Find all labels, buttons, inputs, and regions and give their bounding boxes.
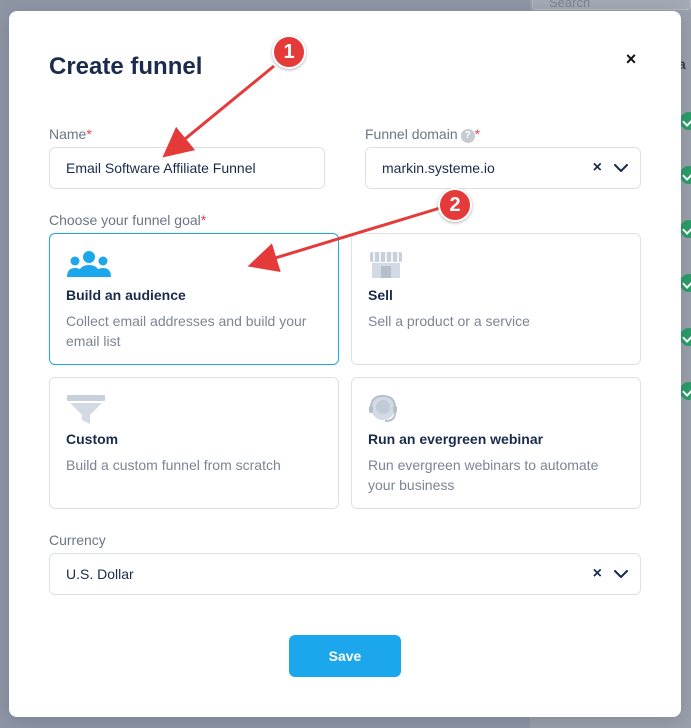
goal-description: Run evergreen webinars to automate your … [368,457,599,493]
goal-description: Sell a product or a service [368,313,530,329]
required-mark: * [200,212,207,228]
goal-title: Run an evergreen webinar [368,431,544,447]
name-input[interactable]: Email Software Affiliate Funnel [49,147,325,189]
help-icon[interactable]: ? [460,129,475,143]
required-mark: * [86,126,92,142]
currency-select[interactable]: U.S. Dollar × [49,553,641,595]
backdrop-check-icon [680,112,691,130]
backdrop-check-icon [680,382,691,400]
funnel-goal-label-text: Choose your funnel goal [49,212,201,228]
funnel-goal-label: Choose your funnel goal* [49,212,206,228]
name-label: Name* [49,126,92,142]
funnel-domain-label-text: Funnel domain [365,126,458,142]
shop-icon [368,250,404,285]
goal-description: Build a custom funnel from scratch [66,457,281,473]
audience-icon [66,250,112,283]
funnel-domain-value: markin.systeme.io [382,160,495,176]
goal-description: Collect email addresses and build your e… [66,313,307,349]
currency-value: U.S. Dollar [66,566,134,582]
clear-icon[interactable]: × [593,565,602,583]
clear-icon[interactable]: × [593,159,602,177]
backdrop-search-placeholder: Search [549,0,591,10]
create-funnel-modal: Create funnel × Name* Email Software Aff… [9,11,681,717]
goal-card-evergreen-webinar[interactable]: Run an evergreen webinar Run evergreen w… [351,377,641,509]
goal-title: Build an audience [66,287,186,303]
close-icon[interactable]: × [621,49,641,69]
annotation-badge-2: 2 [438,188,472,222]
goal-card-custom[interactable]: Custom Build a custom funnel from scratc… [49,377,339,509]
backdrop-check-icon [680,274,691,292]
required-mark: * [474,126,481,142]
name-label-text: Name [49,126,87,142]
currency-label: Currency [49,532,106,548]
annotation-badge-1: 1 [272,35,306,69]
backdrop-check-icon [680,328,691,346]
funnel-icon [66,394,106,431]
goal-title: Sell [368,287,393,303]
funnel-domain-label: Funnel domain? * [365,126,480,143]
save-button[interactable]: Save [289,635,401,677]
chevron-down-icon[interactable] [614,569,628,579]
name-input-value: Email Software Affiliate Funnel [66,160,256,176]
backdrop-check-icon [680,220,691,238]
headset-icon [368,394,398,429]
funnel-domain-select[interactable]: markin.systeme.io × [365,147,641,189]
modal-title: Create funnel [49,53,203,80]
goal-title: Custom [66,431,119,447]
goal-card-sell[interactable]: Sell Sell a product or a service [351,233,641,365]
chevron-down-icon[interactable] [614,163,628,173]
backdrop-search-input: Search [532,0,691,10]
backdrop-check-icon [680,166,691,184]
goal-card-build-audience[interactable]: Build an audience Collect email addresse… [49,233,339,365]
